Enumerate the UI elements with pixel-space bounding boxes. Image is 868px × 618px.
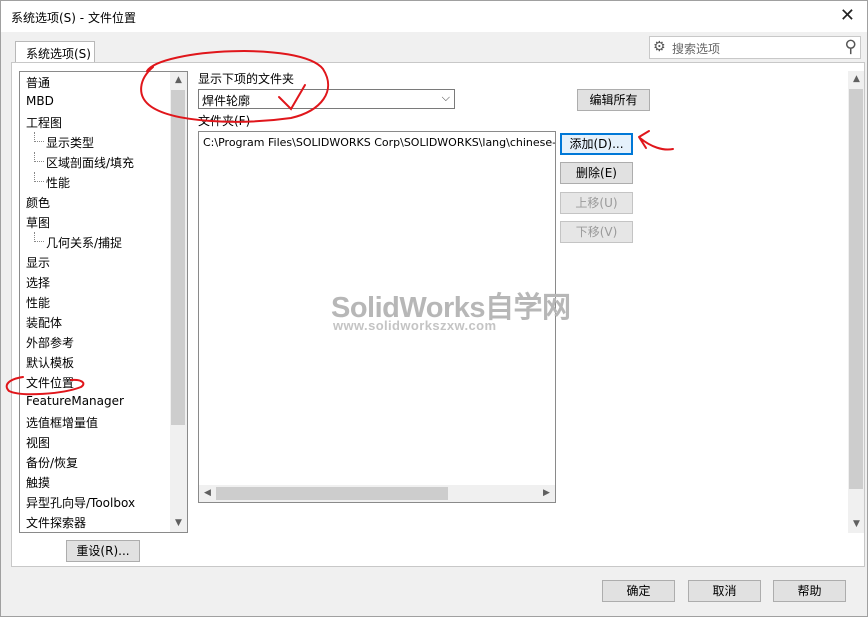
tree-connector: [34, 132, 44, 142]
search-icon[interactable]: ⚲: [845, 37, 857, 57]
show-folders-label: 显示下项的文件夹: [198, 72, 295, 86]
help-button[interactable]: 帮助: [773, 580, 846, 602]
reset-button[interactable]: 重设(R)...: [66, 540, 140, 562]
scroll-right-icon[interactable]: ▶: [538, 485, 555, 502]
tree-item[interactable]: 选择: [26, 274, 50, 294]
options-tree[interactable]: ▲ ▼ 普通 MBD 工程图 显示类型 区域剖面线/填充 性能 颜色 草图 几何关系/捕捉 显示选…: [19, 71, 188, 533]
chevron-down-icon: ⌵: [441, 91, 450, 104]
folders-label: 文件夹(F): [198, 114, 251, 128]
cancel-button[interactable]: 取消: [688, 580, 761, 602]
tree-item[interactable]: FeatureManager: [26, 394, 124, 414]
tree-item[interactable]: 几何关系/捕捉: [46, 234, 122, 254]
tab-system-options[interactable]: 系统选项(S): [15, 41, 95, 63]
tree-scrollbar[interactable]: ▲ ▼: [170, 72, 187, 532]
scroll-up-icon[interactable]: ▲: [848, 71, 865, 88]
edit-all-button[interactable]: 编辑所有: [577, 89, 650, 111]
page-scrollbar[interactable]: ▲ ▼: [848, 71, 864, 533]
move-down-button[interactable]: 下移(V): [560, 221, 633, 243]
list-item[interactable]: C:\Program Files\SOLIDWORKS Corp\SOLIDWO…: [203, 136, 555, 149]
tree-connector: [34, 232, 44, 242]
search-placeholder: 搜索选项: [672, 42, 721, 56]
watermark-url: www.solidworkszxw.com: [333, 318, 497, 333]
system-options-dialog: 系统选项(S) - 文件位置 ✕ 系统选项(S) ⚙ 搜索选项 ⚲ ▲ ▼ 普通…: [0, 0, 868, 617]
close-icon[interactable]: ✕: [840, 5, 855, 26]
tree-item[interactable]: 草图: [26, 214, 50, 234]
tree-item[interactable]: 显示: [26, 254, 50, 274]
tree-item[interactable]: 触摸: [26, 474, 50, 494]
scroll-up-icon[interactable]: ▲: [170, 72, 187, 89]
search-input[interactable]: ⚙ 搜索选项 ⚲: [649, 36, 861, 59]
window-title: 系统选项(S) - 文件位置: [11, 11, 136, 25]
tree-connector: [34, 152, 44, 162]
tree-item[interactable]: 性能: [26, 294, 50, 314]
tree-item[interactable]: MBD: [26, 94, 54, 114]
tree-item[interactable]: 选值框增量值: [26, 414, 98, 434]
tree-item[interactable]: 文件探索器: [26, 514, 86, 532]
folder-type-value: 焊件轮廓: [202, 94, 251, 108]
title-bar: 系统选项(S) - 文件位置 ✕: [1, 1, 867, 32]
scroll-left-icon[interactable]: ◀: [199, 485, 216, 502]
tree-item[interactable]: 显示类型: [46, 134, 94, 154]
add-button[interactable]: 添加(D)...: [560, 133, 633, 155]
tree-item[interactable]: 装配体: [26, 314, 62, 334]
horizontal-scroll-thumb[interactable]: [216, 487, 448, 500]
scroll-down-icon[interactable]: ▼: [170, 515, 187, 532]
tree-item[interactable]: 区域剖面线/填充: [46, 154, 134, 174]
tree-scroll-thumb[interactable]: [171, 90, 185, 425]
tree-item[interactable]: 普通: [26, 74, 50, 94]
delete-button[interactable]: 删除(E): [560, 162, 633, 184]
tree-item[interactable]: 视图: [26, 434, 50, 454]
tree-item[interactable]: 颜色: [26, 194, 50, 214]
tree-item[interactable]: 备份/恢复: [26, 454, 78, 474]
tree-connector: [34, 172, 44, 182]
tree-item[interactable]: 文件位置: [26, 374, 74, 394]
tree-item[interactable]: 默认模板: [26, 354, 74, 374]
move-up-button[interactable]: 上移(U): [560, 192, 633, 214]
tree-item[interactable]: 异型孔向导/Toolbox: [26, 494, 135, 514]
tree-item[interactable]: 工程图: [26, 114, 62, 134]
scroll-down-icon[interactable]: ▼: [848, 516, 865, 533]
folder-type-select[interactable]: 焊件轮廓 ⌵: [198, 89, 455, 109]
tree-item[interactable]: 外部参考: [26, 334, 74, 354]
page-scroll-thumb[interactable]: [849, 89, 863, 489]
horizontal-scrollbar[interactable]: ◀ ▶: [199, 485, 555, 502]
ok-button[interactable]: 确定: [602, 580, 675, 602]
gear-icon: ⚙: [653, 39, 666, 55]
tree-item[interactable]: 性能: [46, 174, 70, 194]
